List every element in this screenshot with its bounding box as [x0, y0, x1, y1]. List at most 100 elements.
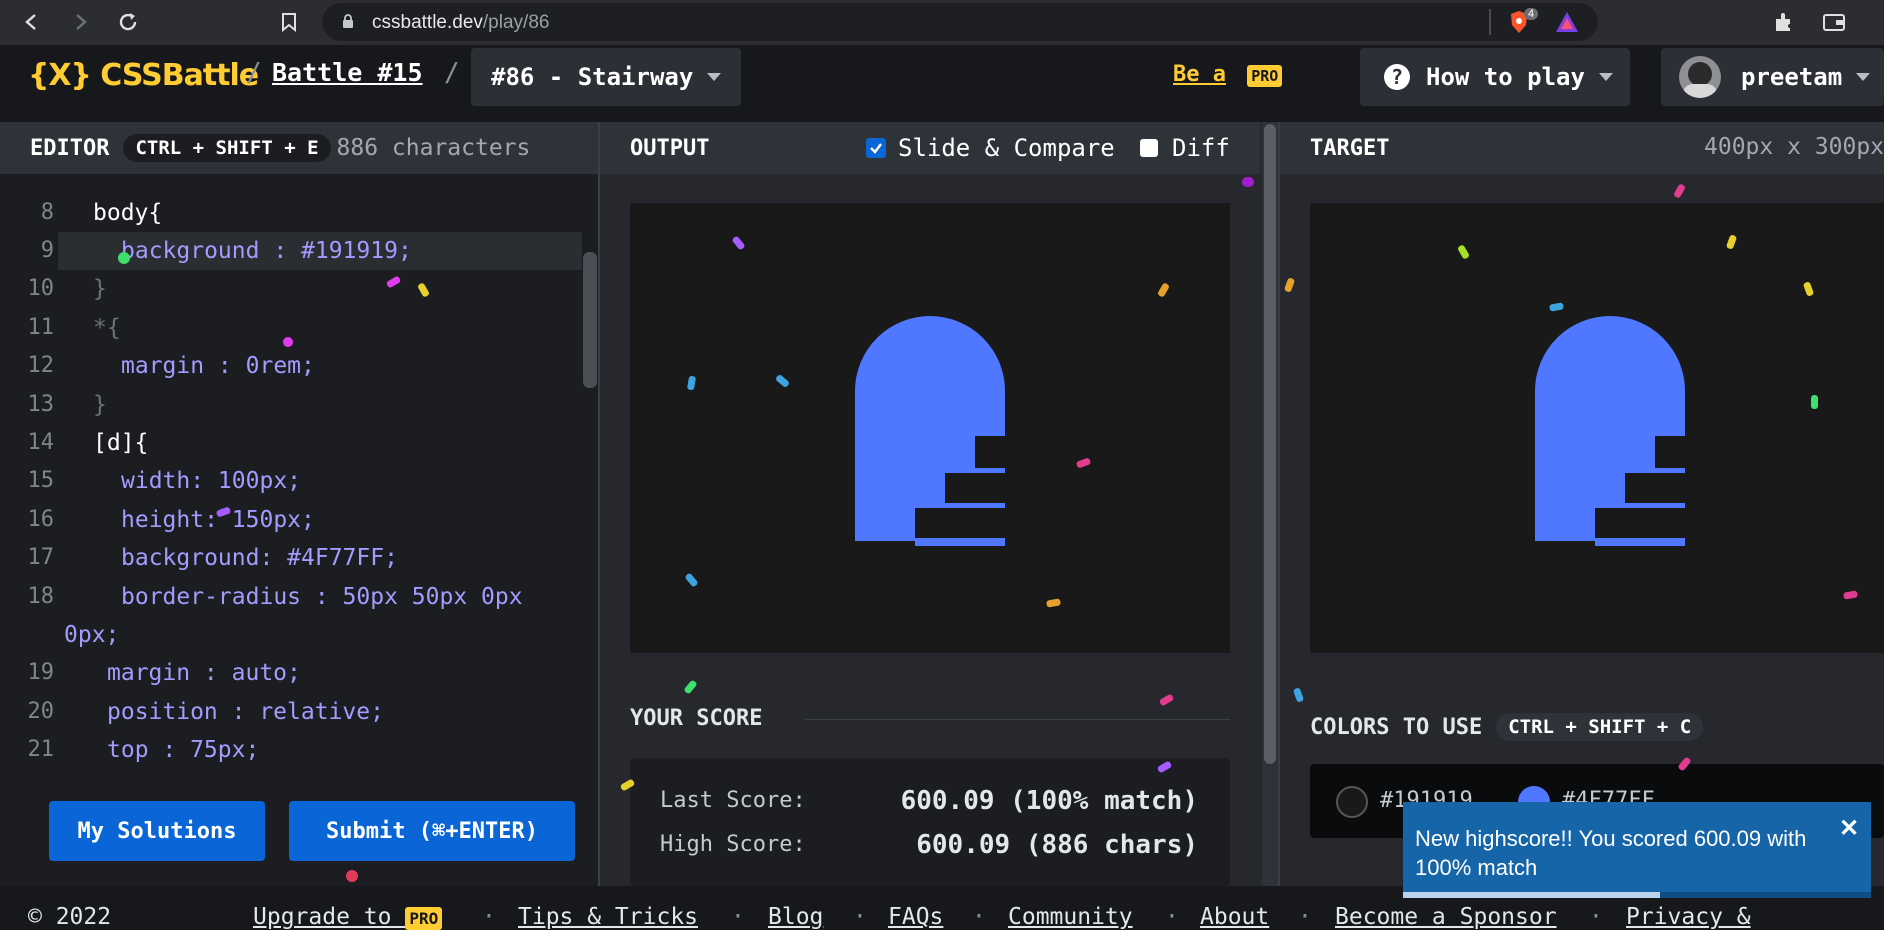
stair-cut — [885, 546, 1005, 576]
target-size: 400px x 300px — [1704, 134, 1884, 160]
address-bar[interactable]: cssbattle.dev/play/86 4 — [322, 3, 1598, 41]
reload-icon[interactable] — [116, 10, 140, 34]
wallet-icon[interactable] — [1822, 10, 1846, 34]
how-to-play-dropdown[interactable]: ? How to play — [1360, 48, 1630, 106]
divider — [805, 719, 1230, 720]
color-swatch[interactable] — [1336, 786, 1368, 818]
forward-icon[interactable] — [68, 10, 92, 34]
editor-header: EDITOR CTRL + SHIFT + E 886 characters — [0, 122, 598, 174]
editor-shortcut: CTRL + SHIFT + E — [123, 134, 331, 162]
avatar — [1679, 56, 1721, 98]
colors-to-use-header: COLORS TO USE CTRL + SHIFT + C — [1310, 713, 1704, 741]
chevron-down-icon — [1856, 73, 1871, 81]
url-host: cssbattle.dev — [372, 12, 483, 33]
toast-progress-fill — [1403, 892, 1661, 898]
editor-scrollbar[interactable] — [583, 252, 597, 388]
target-canvas — [1310, 203, 1884, 653]
stair-cut — [945, 473, 1005, 503]
extensions-icon[interactable] — [1772, 10, 1796, 34]
community-link[interactable]: Community — [1008, 904, 1133, 930]
code-line: position : relative; — [107, 699, 384, 725]
diff-label[interactable]: Diff — [1172, 134, 1230, 162]
code-line: margin : 0rem; — [121, 353, 315, 379]
username: preetam — [1741, 63, 1843, 91]
footer-separator: · — [731, 904, 745, 930]
confetti-piece — [1242, 177, 1254, 187]
be-a-pro-link[interactable]: Be a PRO — [1173, 62, 1283, 87]
confetti-piece — [1672, 183, 1687, 199]
target-title: TARGET — [1310, 135, 1390, 161]
footer-separator: · — [482, 904, 496, 930]
code-line: } — [93, 392, 107, 418]
be-a-label: Be a — [1173, 62, 1226, 87]
stair-cut — [975, 436, 1005, 468]
stair-cut — [1565, 546, 1685, 576]
line-number: 12 — [27, 353, 55, 378]
lock-icon — [343, 14, 353, 28]
line-number: 11 — [27, 315, 55, 340]
stair-step — [1595, 538, 1685, 546]
highscore-toast: New highscore!! You scored 600.09 with 1… — [1403, 802, 1871, 898]
help-icon: ? — [1384, 64, 1410, 90]
confetti-piece — [1158, 693, 1175, 707]
stair-cut — [1595, 508, 1685, 538]
shield-count-badge: 4 — [1524, 8, 1539, 20]
close-icon[interactable]: ✕ — [1839, 814, 1859, 843]
footer-separator: · — [1298, 904, 1312, 930]
blog-link[interactable]: Blog — [768, 904, 823, 930]
breadcrumb-battle-link[interactable]: Battle #15 — [272, 58, 423, 87]
code-editor[interactable]: 8 9 10 11 12 13 14 15 16 17 18 19 20 21 … — [0, 174, 598, 886]
stair-step — [1625, 503, 1685, 508]
high-score-value: 600.09 (886 chars) — [916, 830, 1198, 860]
sponsor-link[interactable]: Become a Sponsor — [1335, 904, 1557, 930]
browser-toolbar: cssbattle.dev/play/86 4 — [0, 0, 1884, 45]
code-line: [d]{ — [93, 430, 149, 456]
target-dropdown-label: #86 - Stairway — [491, 63, 694, 91]
divider — [1489, 9, 1491, 35]
code-line: background : #191919; — [121, 238, 412, 264]
output-title: OUTPUT — [630, 135, 710, 161]
my-solutions-button[interactable]: My Solutions — [49, 801, 265, 861]
cssbattle-logo[interactable]: {X} CSSBattle — [28, 58, 259, 93]
pro-badge: PRO — [405, 907, 443, 930]
submit-button[interactable]: Submit (⌘+ENTER) — [289, 801, 575, 861]
stair-cut — [915, 508, 1005, 538]
pro-badge: PRO — [1247, 65, 1283, 87]
faqs-link[interactable]: FAQs — [888, 904, 943, 930]
bookmark-icon[interactable] — [277, 10, 301, 34]
toast-progress-track — [1403, 892, 1871, 898]
line-number: 18 — [27, 584, 55, 609]
line-number: 16 — [27, 507, 55, 532]
score-box: Last Score: 600.09 (100% match) High Sco… — [630, 758, 1230, 886]
chevron-down-icon — [1598, 73, 1613, 81]
back-icon[interactable] — [20, 10, 44, 34]
slide-compare-label[interactable]: Slide & Compare — [898, 134, 1115, 162]
line-number: 17 — [27, 545, 55, 570]
upgrade-link[interactable]: Upgrade to PRO — [253, 904, 443, 930]
line-number: 15 — [27, 468, 55, 493]
how-to-play-label: How to play — [1426, 63, 1585, 91]
output-header: OUTPUT Slide & Compare Diff — [600, 122, 1260, 174]
user-menu[interactable]: preetam — [1661, 48, 1884, 106]
brave-rewards-icon[interactable] — [1554, 10, 1580, 38]
code-line: top : 75px; — [107, 737, 260, 763]
about-link[interactable]: About — [1200, 904, 1269, 930]
slide-compare-checkbox[interactable] — [866, 138, 886, 158]
privacy-link[interactable]: Privacy & — [1626, 904, 1751, 930]
target-dropdown[interactable]: #86 - Stairway — [471, 48, 741, 106]
stair-cut — [1625, 473, 1685, 503]
confetti-piece — [1283, 277, 1296, 293]
toast-message: New highscore!! You scored 600.09 with 1… — [1415, 826, 1807, 880]
footer-separator: · — [1589, 904, 1603, 930]
output-scrollbar[interactable] — [1264, 124, 1276, 764]
stair-cut — [1655, 436, 1685, 468]
diff-checkbox[interactable] — [1140, 139, 1158, 157]
line-number: 21 — [27, 737, 55, 762]
editor-title: EDITOR — [30, 135, 110, 161]
confetti-piece — [683, 679, 698, 695]
tips-link[interactable]: Tips & Tricks — [518, 904, 698, 930]
output-canvas[interactable] — [630, 203, 1230, 653]
colors-shortcut: CTRL + SHIFT + C — [1496, 713, 1704, 741]
code-line: margin : auto; — [107, 660, 301, 686]
stair-step — [975, 468, 1005, 473]
